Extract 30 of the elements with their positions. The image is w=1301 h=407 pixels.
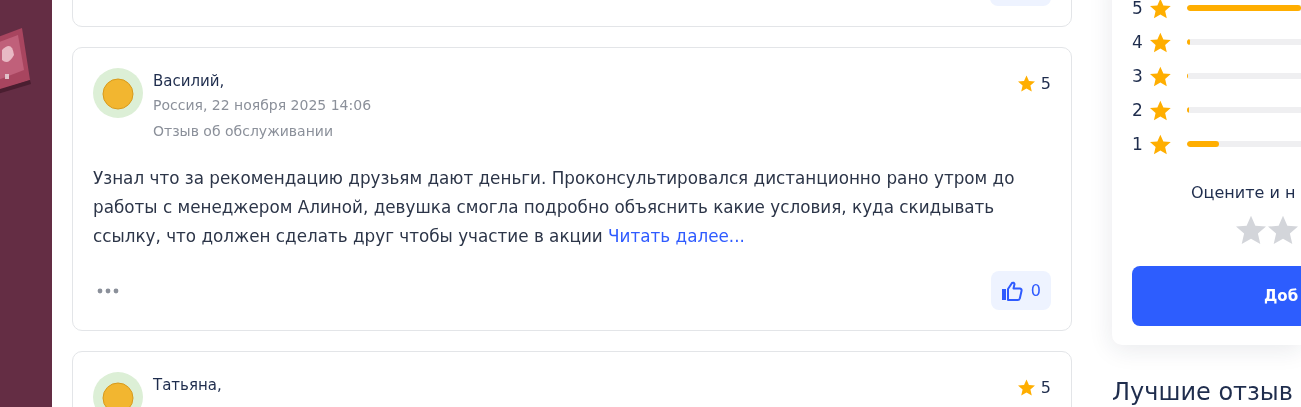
rating-value: 5 (1040, 378, 1051, 397)
read-more-link[interactable]: Читать далее... (608, 226, 745, 246)
more-icon[interactable] (97, 287, 119, 294)
star-icon (1149, 31, 1171, 53)
star-icon (1149, 133, 1171, 155)
rate-star-icon[interactable] (1236, 215, 1266, 245)
star-count: 4 (1132, 32, 1144, 52)
review-date: Россия, 22 ноября 2025 14:06 (153, 96, 373, 115)
star-icon (1149, 65, 1171, 87)
review-text: Узнал что за рекомендацию друзьям дают деньги. Проконсультировался дистанционно рано утром до работы с менеджером Алиной, девушка смогла подробно объяснить какие условия, куда скидывать ссылку, что должен сделать друг чтобы участие в акции Читать далее... (93, 167, 1016, 248)
rate-star-icon[interactable] (1268, 215, 1298, 245)
star-icon (1017, 75, 1035, 92)
avatar-icon (93, 68, 143, 118)
star-count: 1 (1132, 134, 1144, 154)
star-icon (1149, 0, 1171, 19)
rate-prompt: Оцените и н (1190, 182, 1297, 204)
avatar-icon (93, 372, 143, 407)
thumbs-up-icon (1000, 280, 1023, 301)
section-heading: Лучшие отзыв (1112, 377, 1294, 407)
rating-value: 5 (1040, 74, 1051, 93)
author-name: Татьяна, (153, 375, 223, 396)
star-count: 3 (1132, 66, 1144, 86)
star-count: 2 (1132, 100, 1144, 120)
star-icon (1149, 99, 1171, 121)
star-icon (1017, 379, 1035, 396)
star-count: 5 (1132, 0, 1144, 18)
author-name: Василий, (153, 71, 226, 92)
add-review-button[interactable]: Доб (1132, 266, 1301, 326)
review-category: Отзыв об обслуживании (153, 122, 335, 141)
like-button[interactable]: 0 (990, 271, 1051, 310)
